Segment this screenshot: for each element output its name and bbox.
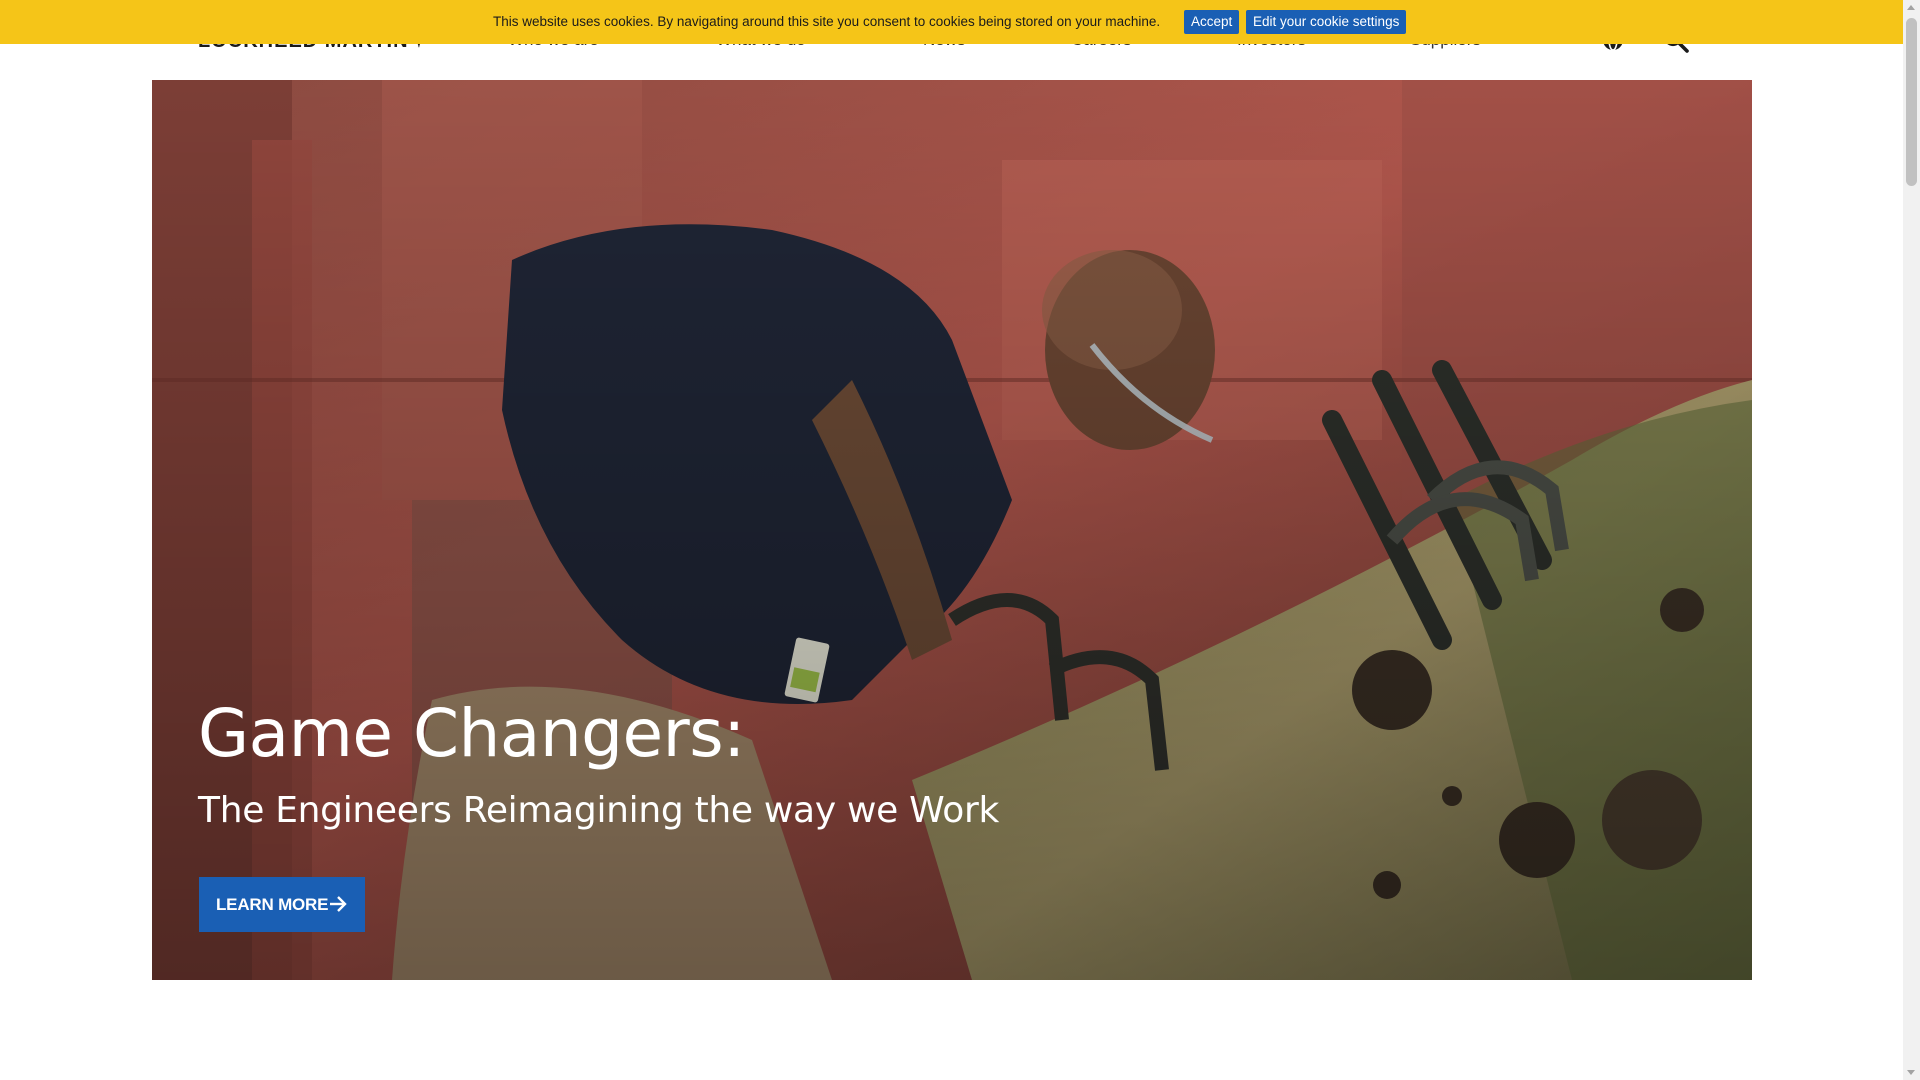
- hero-image: [152, 80, 1752, 980]
- cookie-settings-button[interactable]: Edit your cookie settings: [1246, 10, 1407, 34]
- learn-more-button[interactable]: LEARN MORE: [199, 877, 365, 932]
- scroll-thumb[interactable]: [1906, 18, 1917, 186]
- hero-title: Game Changers:: [198, 695, 745, 772]
- cookie-accept-button[interactable]: Accept: [1184, 10, 1240, 34]
- learn-more-label: LEARN MORE: [216, 895, 329, 914]
- cookie-message: This website uses cookies. By navigating…: [493, 14, 1161, 29]
- vertical-scrollbar[interactable]: [1903, 0, 1920, 1080]
- arrow-right-icon: [330, 896, 347, 912]
- hero-subtitle: The Engineers Reimagining the way we Wor…: [198, 790, 1000, 831]
- cookie-banner: This website uses cookies. By navigating…: [0, 0, 1903, 44]
- scroll-up-icon[interactable]: [1907, 5, 1915, 10]
- hero-banner: Game Changers: The Engineers Reimagining…: [152, 80, 1752, 980]
- scroll-down-icon[interactable]: [1907, 1070, 1915, 1075]
- page: LOCKHEED MARTIN✦ Who we are▼ What we do▼…: [0, 0, 1903, 1080]
